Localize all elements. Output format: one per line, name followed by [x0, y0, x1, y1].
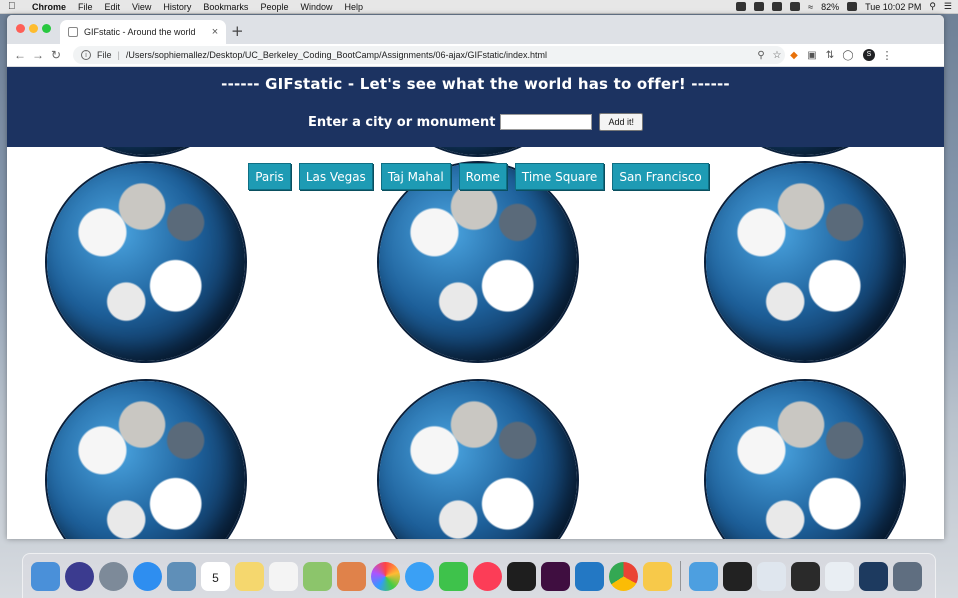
back-arrow-icon[interactable]: ← [11, 48, 29, 62]
chrome-window: GIFstatic - Around the world × + ← → ↻ i… [7, 15, 944, 539]
menu-bookmarks[interactable]: Bookmarks [203, 2, 248, 12]
extension-icon[interactable]: ◯ [839, 50, 857, 61]
maps-icon[interactable] [303, 561, 332, 591]
music-icon[interactable] [473, 561, 502, 591]
status-icon[interactable] [736, 2, 747, 11]
new-tab-button[interactable]: + [231, 22, 244, 40]
extension-icon[interactable]: ◆ [785, 50, 803, 61]
tab-gifstatic[interactable]: GIFstatic - Around the world × [60, 20, 226, 44]
city-button-las-vegas[interactable]: Las Vegas [298, 163, 373, 190]
extension-icon[interactable]: ⇅ [821, 50, 839, 61]
search-label: Enter a city or monument [308, 114, 496, 130]
chrome-menu-icon[interactable]: ⋮ [881, 49, 893, 62]
wifi-icon[interactable]: ≈ [808, 2, 813, 12]
trash-icon[interactable] [893, 561, 922, 591]
notification-center-icon[interactable]: ☰ [944, 1, 952, 12]
page-header: ------ GIFstatic - Let's see what the wo… [7, 67, 944, 147]
macos-menu-bar:  Chrome File Edit View History Bookmark… [0, 0, 958, 14]
globe-image [379, 163, 577, 361]
bluetooth-icon[interactable] [790, 2, 801, 11]
downloads-icon[interactable] [689, 561, 718, 591]
menu-file[interactable]: File [78, 2, 93, 12]
city-button-row: Paris Las Vegas Taj Mahal Rome Time Squa… [10, 163, 944, 190]
safari-icon[interactable] [133, 561, 162, 591]
close-tab-icon[interactable]: × [208, 26, 222, 38]
globe-image [379, 381, 577, 539]
vscode-icon[interactable] [575, 561, 604, 591]
zoom-icon[interactable]: ⚲ [753, 50, 769, 61]
page-favicon-icon [68, 27, 78, 37]
city-button-rome[interactable]: Rome [458, 163, 507, 190]
screenshot-icon[interactable] [723, 561, 752, 591]
clock[interactable]: Tue 10:02 PM [865, 2, 921, 12]
forward-arrow-icon[interactable]: → [29, 48, 47, 62]
photos-icon[interactable] [371, 561, 400, 591]
zoom-window-button[interactable] [42, 24, 51, 33]
status-icon[interactable] [754, 2, 765, 11]
menu-bar-status-area: ≈ 82% Tue 10:02 PM ⚲ ☰ [736, 0, 952, 13]
window-thumb-icon[interactable] [859, 561, 888, 591]
facetime-icon[interactable] [439, 561, 468, 591]
menu-edit[interactable]: Edit [105, 2, 121, 12]
globe-image [706, 163, 904, 361]
siri-icon[interactable] [65, 561, 94, 591]
minimize-window-button[interactable] [29, 24, 38, 33]
finder-icon[interactable] [31, 561, 60, 591]
profile-avatar[interactable]: S [863, 49, 875, 61]
reminders-icon[interactable] [269, 561, 298, 591]
dock-separator [680, 561, 681, 591]
page-viewport: ------ GIFstatic - Let's see what the wo… [7, 67, 944, 539]
screenshot-extension-icon[interactable]: ▣ [803, 50, 821, 61]
terminal-icon[interactable] [507, 561, 536, 591]
window-thumb-icon[interactable] [757, 561, 786, 591]
reload-icon[interactable]: ↻ [47, 48, 65, 62]
menu-help[interactable]: Help [344, 2, 363, 12]
display-icon[interactable] [772, 2, 783, 11]
menu-people[interactable]: People [260, 2, 288, 12]
menu-window[interactable]: Window [300, 2, 332, 12]
tab-title: GIFstatic - Around the world [84, 27, 196, 37]
browser-toolbar: ← → ↻ i File | /Users/sophiemallez/Deskt… [7, 44, 944, 67]
battery-icon[interactable] [847, 2, 858, 11]
window-thumb-icon[interactable] [791, 561, 820, 591]
preview-icon[interactable] [167, 561, 196, 591]
bookmark-star-icon[interactable]: ☆ [769, 50, 785, 61]
city-button-paris[interactable]: Paris [248, 163, 291, 190]
notes-icon[interactable] [235, 561, 264, 591]
calendar-icon[interactable]: 5 [201, 561, 230, 591]
city-button-san-francisco[interactable]: San Francisco [612, 163, 709, 190]
menu-view[interactable]: View [132, 2, 151, 12]
macos-dock: 5 [22, 553, 936, 598]
globe-image [706, 381, 904, 539]
spotlight-icon[interactable]: ⚲ [929, 1, 936, 12]
battery-percent[interactable]: 82% [821, 2, 839, 12]
info-icon[interactable]: i [81, 50, 91, 60]
url-text[interactable]: /Users/sophiemallez/Desktop/UC_Berkeley_… [126, 50, 753, 60]
globe-image [47, 163, 245, 361]
address-bar[interactable]: i File | /Users/sophiemallez/Desktop/UC_… [73, 46, 785, 64]
window-thumb-icon[interactable] [825, 561, 854, 591]
menu-history[interactable]: History [163, 2, 191, 12]
close-window-button[interactable] [16, 24, 25, 33]
sketch-icon[interactable] [643, 561, 672, 591]
page-title: ------ GIFstatic - Let's see what the wo… [221, 75, 730, 93]
city-button-taj-mahal[interactable]: Taj Mahal [380, 163, 451, 190]
menu-app-name[interactable]: Chrome [32, 2, 66, 12]
launchpad-icon[interactable] [99, 561, 128, 591]
tab-strip: GIFstatic - Around the world × + [7, 15, 944, 44]
globe-image [47, 381, 245, 539]
url-separator: | [117, 50, 120, 60]
messages-icon[interactable] [405, 561, 434, 591]
add-it-button[interactable]: Add it! [599, 113, 643, 131]
slack-icon[interactable] [541, 561, 570, 591]
chrome-icon[interactable] [609, 561, 638, 591]
city-search-input[interactable] [500, 114, 593, 130]
books-icon[interactable] [337, 561, 366, 591]
city-button-time-square[interactable]: Time Square [514, 163, 605, 190]
apple-menu-icon[interactable]:  [8, 1, 22, 12]
url-scheme-label: File [97, 50, 112, 60]
search-form: Enter a city or monument Add it! [7, 113, 944, 131]
